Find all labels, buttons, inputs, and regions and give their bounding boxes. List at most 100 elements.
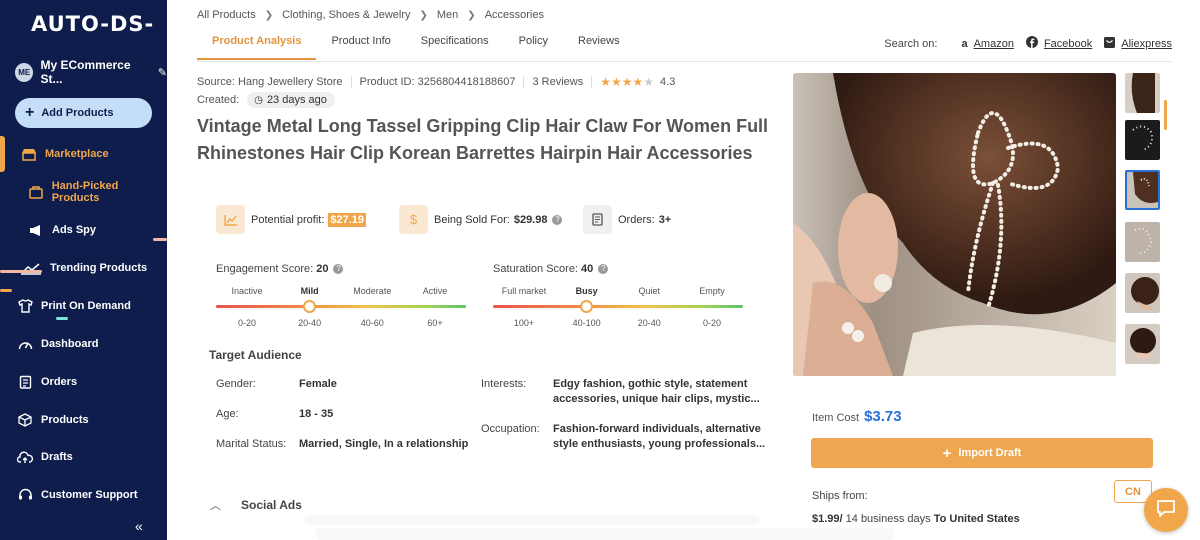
gauge-icon [17, 336, 33, 352]
source-store[interactable]: Source: Hang Jewellery Store [197, 76, 343, 88]
facebook-icon [1025, 36, 1038, 51]
engagement-label: Engagement Score: [216, 263, 314, 275]
breadcrumb-item[interactable]: Accessories [485, 9, 544, 21]
info-icon[interactable]: ? [598, 264, 609, 274]
breadcrumb-item[interactable]: Clothing, Shoes & Jewelry [282, 9, 410, 21]
info-icon[interactable]: ? [333, 264, 344, 274]
sidebar-item-dashboard[interactable]: Dashboard [0, 331, 167, 357]
sidebar-item-products[interactable]: Products [0, 407, 167, 433]
autods-logo[interactable]: AUTO-DS- [31, 12, 154, 36]
sidebar-item-label: Marketplace [45, 148, 109, 160]
saturation-label: Saturation Score: [493, 263, 578, 275]
import-draft-button[interactable]: + Import Draft [811, 438, 1153, 468]
add-products-button[interactable]: + Add Products [15, 98, 152, 128]
megaphone-icon [28, 222, 44, 238]
sidebar-item-label: Orders [41, 376, 78, 388]
engagement-level: Inactive [231, 286, 263, 296]
dollar-icon: $ [399, 205, 428, 234]
chat-button[interactable] [1144, 488, 1188, 532]
tabs-divider [197, 61, 1172, 62]
aliexpress-icon [1104, 36, 1116, 51]
product-thumbnail[interactable] [1125, 273, 1160, 313]
info-icon[interactable]: ? [552, 214, 563, 225]
product-thumbnail[interactable] [1125, 120, 1160, 160]
breadcrumb: All Products ❯ Clothing, Shoes & Jewelry… [197, 9, 544, 21]
product-thumbnail-selected[interactable] [1125, 170, 1160, 210]
search-aliexpress-link[interactable]: Aliexpress [1104, 36, 1172, 51]
tab-policy[interactable]: Policy [504, 34, 563, 60]
item-cost: Item Cost $3.73 [812, 408, 902, 425]
sidebar-item-hand-picked[interactable]: Hand-Picked Products [0, 179, 167, 205]
product-id: Product ID: 3256804418188607 [359, 76, 516, 88]
social-ads-toggle[interactable]: ︿ Social Ads [210, 497, 302, 513]
shirt-icon [17, 298, 33, 314]
breadcrumb-item[interactable]: All Products [197, 9, 256, 21]
store-selector[interactable]: ME My ECommerce St... ✎ [15, 58, 167, 86]
gender-label: Gender: [216, 378, 256, 390]
created-value: 23 days ago [266, 94, 327, 106]
search-amazon-link[interactable]: a Amazon [961, 38, 1013, 50]
gender-value: Female [299, 378, 337, 390]
shipping-destination: To United States [933, 513, 1020, 525]
orders-value: 3+ [658, 213, 672, 226]
engagement-score-title: Engagement Score: 20 ? [216, 263, 344, 275]
breadcrumb-item[interactable]: Men [437, 9, 458, 21]
occupation-line: Fashion-forward individuals, alternative [553, 423, 761, 435]
search-on: Search on: a Amazon Facebook Aliexpress [884, 36, 1172, 51]
occupation-label: Occupation: [481, 423, 540, 435]
sidebar-item-label: Ads Spy [52, 224, 97, 236]
shipping-days: 14 business days [842, 513, 934, 525]
plus-icon: + [942, 444, 952, 462]
interests-line: Edgy fashion, gothic style, statement [553, 378, 748, 390]
chevron-right-icon: ❯ [264, 9, 274, 21]
rating-value: 4.3 [660, 76, 676, 88]
sidebar-item-trending[interactable]: Trending Products [0, 255, 167, 281]
tab-product-analysis[interactable]: Product Analysis [197, 34, 317, 60]
amazon-icon: a [961, 37, 968, 50]
tab-product-info[interactable]: Product Info [316, 34, 405, 60]
sidebar-item-ads-spy[interactable]: Ads Spy [0, 217, 167, 243]
reviews-count[interactable]: 3 Reviews [532, 76, 583, 88]
sidebar-item-orders[interactable]: Orders [0, 369, 167, 395]
age-value: 18 - 35 [299, 408, 334, 420]
chevron-right-icon: ❯ [419, 9, 428, 21]
pencil-icon[interactable]: ✎ [158, 66, 167, 79]
box-icon [17, 412, 33, 428]
sidebar-item-print-on-demand[interactable]: Print On Demand [0, 293, 167, 319]
shipping-price: $1.99/ [812, 513, 843, 525]
engagement-level: Mild [300, 286, 319, 296]
sidebar-item-label: Products [41, 414, 89, 426]
rating-stars-icon: ★★★★★ [600, 75, 655, 89]
collapse-sidebar-icon[interactable]: « [135, 518, 143, 534]
saturation-value: 40 [581, 263, 594, 275]
product-main-image[interactable] [793, 73, 1116, 376]
profit-value: $27.19 [328, 212, 367, 227]
engagement-level: Moderate [353, 286, 392, 296]
site-label: Aliexpress [1121, 37, 1172, 50]
item-cost-value: $3.73 [864, 408, 902, 425]
decor-dash [0, 270, 42, 273]
trend-chart-icon [20, 260, 42, 276]
shipping-info: $1.99/ 14 business days To United States [812, 513, 1020, 525]
tab-specifications[interactable]: Specifications [406, 34, 504, 60]
thumbnails-scrollbar[interactable] [1164, 100, 1167, 130]
product-thumbnail[interactable] [1125, 324, 1160, 364]
sidebar-item-customer-support[interactable]: Customer Support [0, 482, 167, 508]
product-thumbnail[interactable] [1125, 222, 1160, 262]
profit-label: Potential profit: [251, 213, 325, 226]
search-facebook-link[interactable]: Facebook [1025, 36, 1093, 51]
engagement-value: 20 [316, 263, 329, 275]
site-label: Amazon [973, 37, 1014, 50]
add-products-label: Add Products [41, 107, 114, 119]
engagement-level: Active [422, 286, 448, 296]
sidebar-item-drafts[interactable]: Drafts [0, 444, 167, 470]
product-thumbnail[interactable] [1125, 73, 1160, 113]
saturation-indicator [580, 300, 593, 313]
clock-icon: ◷ [254, 94, 263, 106]
site-label: Facebook [1043, 37, 1093, 50]
interests-label: Interests: [481, 378, 527, 390]
sidebar-item-marketplace[interactable]: Marketplace [0, 141, 167, 167]
ships-from-label: Ships from: [812, 490, 868, 502]
plus-icon: + [25, 104, 35, 121]
tab-reviews[interactable]: Reviews [563, 34, 635, 60]
